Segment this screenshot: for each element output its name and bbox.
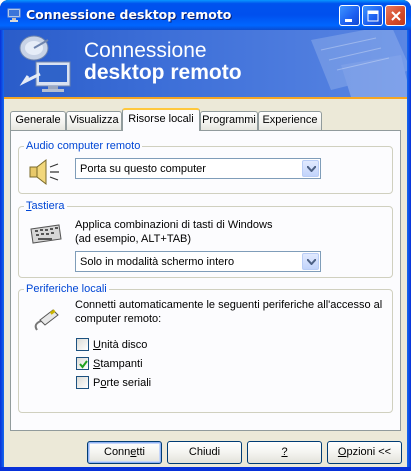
tab-experience[interactable]: Experience <box>258 111 322 130</box>
chevron-down-icon <box>307 259 316 265</box>
maximize-button[interactable] <box>362 5 383 26</box>
remote-desktop-window: Connessione desktop remoto Connessione d… <box>0 0 411 471</box>
checkmark-icon <box>79 360 88 369</box>
keyboard-group-label: Tastiera <box>24 200 67 212</box>
minimize-button[interactable] <box>339 5 360 26</box>
tab-visualizza[interactable]: Visualizza <box>66 111 122 130</box>
audio-combobox-value: Porta su questo computer <box>80 163 206 175</box>
device-plug-icon <box>34 309 59 331</box>
local-devices-group-label: Periferiche locali <box>24 283 109 295</box>
audio-combobox[interactable]: Porta su questo computer <box>75 158 321 179</box>
banner-title-line1: Connessione <box>84 39 207 62</box>
audio-group: Audio computer remoto Porta su questo co… <box>18 140 393 194</box>
keyboard-description-line1: Applica combinazioni di tasti di Windows <box>75 219 273 231</box>
chevron-down-icon <box>307 166 316 172</box>
dialog-client-area: Generale Visualizza Risorse locali Progr… <box>4 99 407 467</box>
window-title: Connessione desktop remoto <box>26 7 232 22</box>
header-banner: Connessione desktop remoto <box>4 30 407 97</box>
printers-label[interactable]: Stampanti <box>93 357 143 371</box>
tab-risorse-locali[interactable]: Risorse locali <box>122 108 200 131</box>
devices-description-line2: computer remoto: <box>75 313 162 325</box>
devices-description-line1: Connetti automaticamente le seguenti per… <box>75 299 383 311</box>
tab-generale[interactable]: Generale <box>10 111 66 130</box>
keyboard-group: Tastiera Applica combinazioni di tasti d… <box>18 200 393 278</box>
remote-desktop-logo-icon <box>19 35 71 92</box>
keyboard-combobox[interactable]: Solo in modalità schermo intero <box>75 251 321 272</box>
options-button[interactable]: Opzioni << <box>327 441 402 464</box>
keyboard-dropdown-button[interactable] <box>302 253 319 270</box>
close-window-button[interactable] <box>385 5 406 26</box>
window-frame-right <box>407 30 411 471</box>
keyboard-combobox-value: Solo in modalità schermo intero <box>80 256 235 268</box>
keyboard-description-line2: (ad esempio, ALT+TAB) <box>75 233 192 245</box>
disk-drives-label[interactable]: Unità disco <box>93 338 147 352</box>
banner-title-line2: desktop remoto <box>84 61 242 84</box>
serial-ports-label[interactable]: Porte seriali <box>93 376 151 390</box>
keyboard-icon <box>30 224 62 244</box>
remote-desktop-app-icon <box>6 7 22 23</box>
disk-drives-checkbox[interactable] <box>76 338 89 351</box>
tab-programmi[interactable]: Programmi <box>200 111 258 130</box>
banner-decoration-icon <box>311 30 407 97</box>
window-frame-bottom <box>0 467 411 471</box>
tab-panel-risorse-locali: Audio computer remoto Porta su questo co… <box>10 130 401 431</box>
local-devices-group: Periferiche locali Connetti automaticame… <box>18 283 393 413</box>
close-button[interactable]: Chiudi <box>167 441 242 464</box>
audio-group-label: Audio computer remoto <box>24 140 143 152</box>
title-bar[interactable]: Connessione desktop remoto <box>0 0 411 30</box>
serial-ports-checkbox[interactable] <box>76 376 89 389</box>
help-button[interactable]: ? <box>247 441 322 464</box>
speaker-icon <box>29 158 59 186</box>
audio-dropdown-button[interactable] <box>302 160 319 177</box>
connect-button[interactable]: Connetti <box>87 441 162 464</box>
printers-checkbox[interactable] <box>76 357 89 370</box>
